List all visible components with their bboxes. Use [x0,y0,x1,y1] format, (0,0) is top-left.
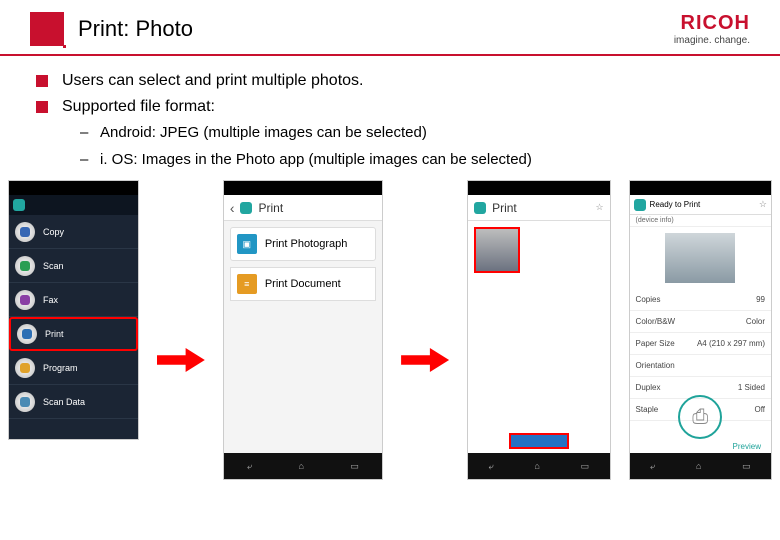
star-icon[interactable]: ☆ [595,202,603,213]
status-bar [468,181,609,195]
row-label: Print Document [265,278,341,290]
screenshot-row: Copy Scan Fax Print Program Scan Data ‹ … [0,180,780,480]
status-bar [224,181,382,195]
app-icon [474,202,486,214]
menu-label: Program [43,363,78,373]
brand-name: RICOH [674,12,750,35]
app-bar [9,195,138,215]
recent-nav-icon[interactable]: ▭ [350,461,359,472]
home-nav-icon[interactable]: ⌂ [696,461,701,471]
app-icon [634,199,646,211]
screen-title: Print [258,201,283,215]
content: Users can select and print multiple phot… [0,56,780,168]
photo-thumb[interactable] [474,227,520,273]
app-icon [13,199,25,211]
app-bar: ‹ Print [224,195,382,221]
screenshot-1: Copy Scan Fax Print Program Scan Data [8,180,139,440]
menu-item-program[interactable]: Program [9,351,138,385]
subbullet-item: i. OS: Images in the Photo app (multiple… [80,151,744,168]
menu-item-print[interactable]: Print [9,317,138,351]
screen-title: Ready to Print [650,200,701,209]
android-nav-bar: ⤶ ⌂ ▭ [630,453,771,479]
menu-label: Scan [43,261,64,271]
app-icon [240,202,252,214]
preview-link[interactable]: Preview [733,442,761,451]
star-icon[interactable]: ☆ [759,199,767,210]
app-bar: Print ☆ [468,195,609,221]
row-label: Print Photograph [265,238,348,250]
photo-icon: ▣ [237,234,257,254]
print-preview [665,233,735,283]
subbullet-item: Android: JPEG (multiple images can be se… [80,124,744,141]
recent-nav-icon[interactable]: ▭ [742,461,751,472]
bullet-item: Users can select and print multiple phot… [36,72,744,90]
bullet-list: Users can select and print multiple phot… [36,72,744,116]
screen-title: Print [492,201,517,215]
android-nav-bar: ⤶ ⌂ ▭ [224,453,382,479]
device-line: (device info) [630,215,771,227]
recent-nav-icon[interactable]: ▭ [581,461,590,472]
android-nav-bar: ⤶ ⌂ ▭ [468,453,609,479]
menu-list: Copy Scan Fax Print Program Scan Data [9,215,138,419]
arrow-icon [401,348,449,372]
title-accent-block [30,12,64,46]
menu-label: Print [45,329,64,339]
back-icon[interactable]: ‹ [230,200,235,216]
subbullet-list: Android: JPEG (multiple images can be se… [80,124,744,168]
print-document-row[interactable]: ≡ Print Document [230,267,376,301]
screenshot-4: Ready to Print ☆ (device info) Copies99 … [629,180,772,480]
printer-icon: ⎙ [692,406,708,429]
home-nav-icon[interactable]: ⌂ [534,461,539,471]
menu-label: Fax [43,295,58,305]
menu-item-copy[interactable]: Copy [9,215,138,249]
menu-label: Copy [43,227,64,237]
status-bar [630,181,771,195]
document-icon: ≡ [237,274,257,294]
setting-copies[interactable]: Copies99 [630,289,771,311]
print-photo-row[interactable]: ▣ Print Photograph [230,227,376,261]
app-bar: Ready to Print ☆ [630,195,771,215]
bullet-item: Supported file format: [36,98,744,116]
arrow-icon [157,348,205,372]
brand-logo: RICOH imagine. change. [674,12,750,46]
back-nav-icon[interactable]: ⤶ [489,461,494,472]
back-nav-icon[interactable]: ⤶ [247,461,252,472]
brand-tagline: imagine. change. [674,35,750,46]
screenshot-3: Print ☆ ⤶ ⌂ ▭ [467,180,610,480]
setting-orientation[interactable]: Orientation [630,355,771,377]
menu-item-fax[interactable]: Fax [9,283,138,317]
back-nav-icon[interactable]: ⤶ [650,461,655,472]
menu-item-scan[interactable]: Scan [9,249,138,283]
slide-title: Print: Photo [78,16,193,42]
menu-item-scandata[interactable]: Scan Data [9,385,138,419]
menu-label: Scan Data [43,397,85,407]
screenshot-2: ‹ Print ▣ Print Photograph ≡ Print Docum… [223,180,383,480]
print-button[interactable]: ⎙ [678,395,722,439]
confirm-button[interactable] [509,433,569,449]
slide-header: Print: Photo RICOH imagine. change. [0,0,780,56]
status-bar [9,181,138,195]
setting-papersize[interactable]: Paper SizeA4 (210 x 297 mm) [630,333,771,355]
home-nav-icon[interactable]: ⌂ [298,461,303,471]
title-area: Print: Photo [30,12,193,46]
setting-color[interactable]: Color/B&WColor [630,311,771,333]
